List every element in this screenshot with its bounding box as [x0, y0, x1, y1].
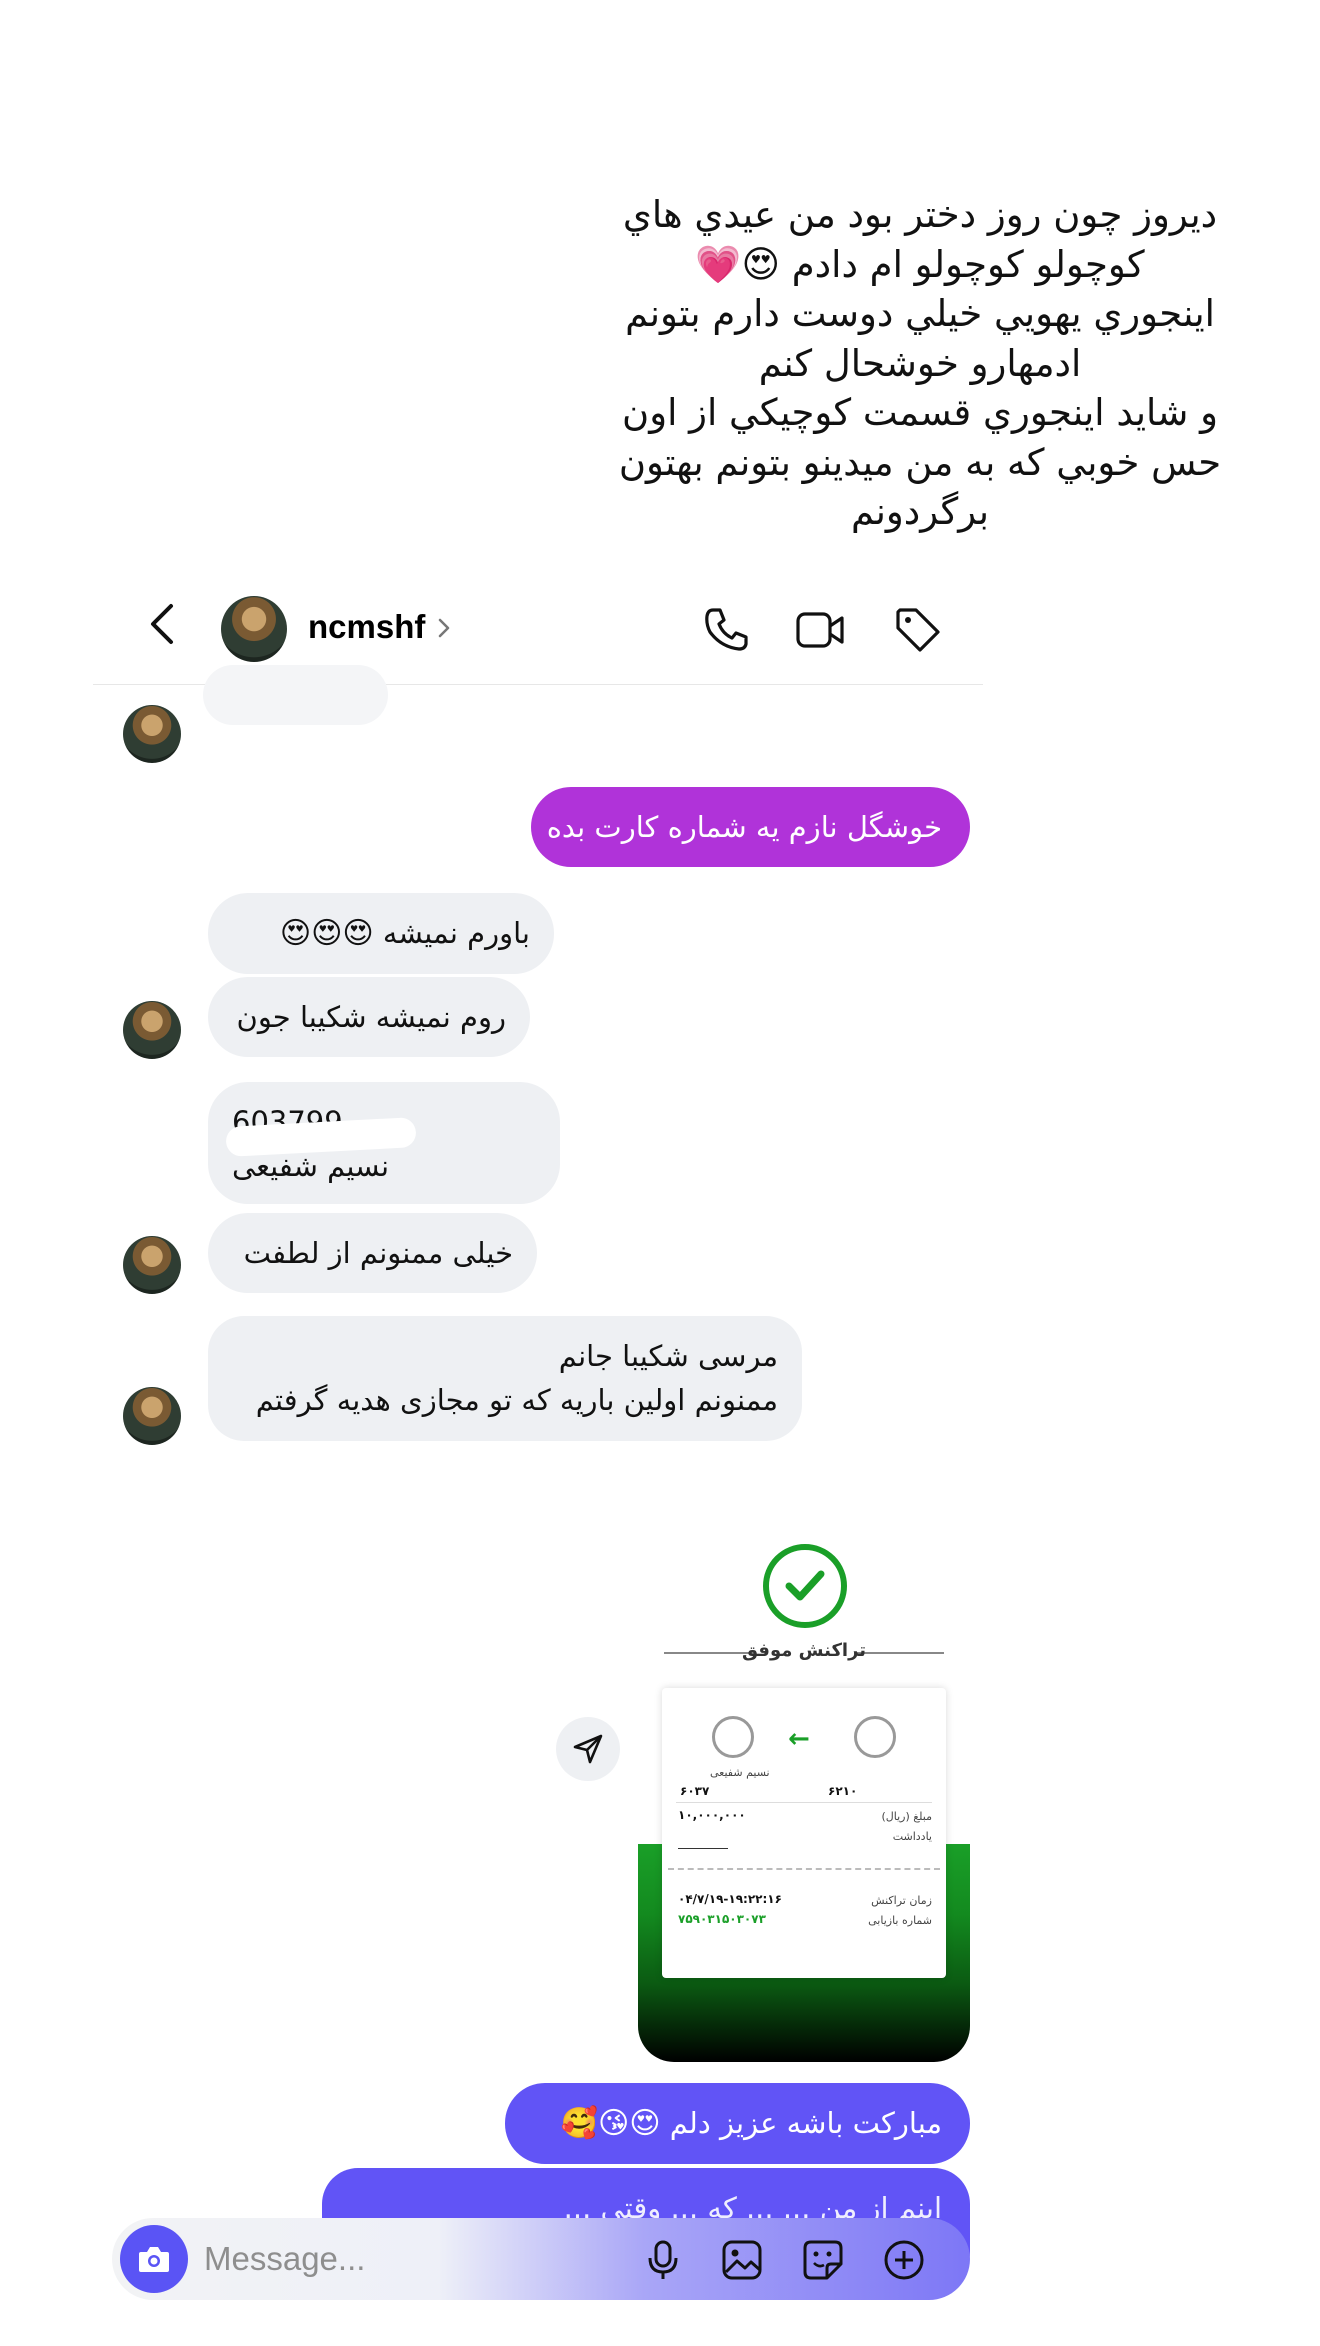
avatar[interactable]	[123, 705, 181, 763]
bank-logo-icon	[854, 1716, 896, 1758]
chevron-right-icon[interactable]	[436, 615, 452, 641]
microphone-icon[interactable]	[641, 2238, 685, 2282]
arrow-left-icon: ←	[788, 1724, 810, 1754]
avatar[interactable]	[123, 1001, 181, 1059]
username[interactable]: ncmshf	[308, 608, 425, 646]
bank-logo-icon	[712, 1716, 754, 1758]
gallery-icon[interactable]	[720, 2238, 764, 2282]
message-text: خیلی ممنونم از لطفت	[243, 1236, 513, 1270]
message-bubble-incoming[interactable]: مرسی شکیبا جانم ممنونم اولین باریه که تو…	[208, 1316, 802, 1441]
card-digits: ۶۲۱۰	[828, 1784, 858, 1798]
time-value: ۰۴/۷/۱۹-۱۹:۲۲:۱۶	[678, 1892, 782, 1906]
amount-label: مبلغ (ریال)	[881, 1810, 932, 1823]
tracking-value: ۷۵۹۰۳۱۵۰۳۰۷۳	[678, 1912, 766, 1926]
time-label: زمان تراکنش	[871, 1894, 932, 1907]
message-input[interactable]	[204, 2236, 504, 2282]
card-digits: ۶۰۳۷	[680, 1784, 710, 1798]
message-bubble-incoming[interactable]: باورم نمیشه 😍😍😍	[208, 893, 554, 974]
phone-icon[interactable]	[699, 602, 753, 656]
message-text: مبارکت باشه عزیز دلم	[669, 2106, 942, 2140]
sender-name: نسیم شفیعی	[710, 1766, 770, 1779]
message-text: مرسی شکیبا جانم	[558, 1339, 778, 1373]
message-text: خوشگل نازم یه شماره کارت بده	[546, 810, 942, 844]
amount-value: ۱۰,۰۰۰,۰۰۰	[678, 1808, 746, 1822]
message-bubble-card-number[interactable]: 603799 نسیم شفیعی	[208, 1082, 560, 1204]
caption-line: ديروز چون روز دختر بود من عيدي هاي	[622, 193, 1218, 236]
video-call-icon[interactable]	[793, 602, 847, 656]
tag-icon[interactable]	[890, 602, 944, 656]
message-bubble-partial	[203, 665, 388, 725]
camera-icon	[139, 2247, 169, 2272]
message-bubble-outgoing[interactable]: خوشگل نازم یه شماره کارت بده	[531, 787, 970, 867]
emoji-reaction: 😍😘🥰	[560, 2106, 661, 2141]
message-text: روم نمیشه شکیبا جون	[236, 1000, 506, 1034]
chat-screen: ncmshf خوشگل نازم یه شماره کارت بده باور…	[93, 560, 983, 2346]
divider	[678, 1848, 728, 1849]
receipt-image[interactable]: تراکنش موفق ← نسیم شفیعی ۶۰۳۷ ۶۲۱۰ مبلغ …	[638, 1544, 970, 2062]
caption-line: برگردونم	[850, 490, 989, 533]
caption-line: و شايد اينجوري قسمت كوچيكي از اون	[622, 391, 1218, 434]
camera-button[interactable]	[120, 2225, 188, 2293]
message-bubble-incoming[interactable]: روم نمیشه شکیبا جون	[208, 977, 530, 1057]
avatar[interactable]	[123, 1236, 181, 1294]
caption-line: حس خوبي كه به من ميدينو بتونم بهتون	[618, 440, 1222, 484]
divider	[668, 1868, 940, 1870]
share-button[interactable]	[556, 1717, 620, 1781]
plus-icon[interactable]	[882, 2238, 926, 2282]
message-text: باورم نمیشه	[382, 916, 530, 950]
message-bubble-incoming[interactable]: خیلی ممنونم از لطفت	[208, 1213, 537, 1293]
emoji-reaction: 😍😍😍	[279, 916, 374, 951]
avatar[interactable]	[221, 596, 287, 662]
caption-line: كوچولو كوچولو ام دادم 😍💗	[695, 242, 1145, 286]
message-composer	[112, 2218, 970, 2300]
message-text: ممنونم اولین باریه که تو مجازی هدیه گرفت…	[255, 1383, 778, 1417]
message-bubble-outgoing[interactable]: مبارکت باشه عزیز دلم 😍😘🥰	[505, 2083, 970, 2164]
receipt-card: ← نسیم شفیعی ۶۰۳۷ ۶۲۱۰ مبلغ (ریال) ۱۰,۰۰…	[662, 1688, 946, 1978]
send-icon	[573, 1734, 603, 1764]
note-label: یادداشت	[892, 1830, 932, 1843]
caption-text: ديروز چون روز دختر بود من عيدي هاي كوچول…	[600, 190, 1240, 537]
tracking-label: شماره بازیابی	[868, 1914, 932, 1927]
checkmark-icon	[785, 1570, 825, 1601]
caption-line: ادمهارو خوشحال كنم	[758, 341, 1082, 385]
sticker-icon[interactable]	[801, 2238, 845, 2282]
avatar[interactable]	[123, 1387, 181, 1445]
divider	[676, 1802, 932, 1803]
back-arrow-icon[interactable]	[143, 600, 183, 648]
transaction-status: تراکنش موفق	[741, 1640, 867, 1661]
caption-line: اينجوري يهويي خيلي دوست دارم بتونم	[625, 292, 1215, 335]
